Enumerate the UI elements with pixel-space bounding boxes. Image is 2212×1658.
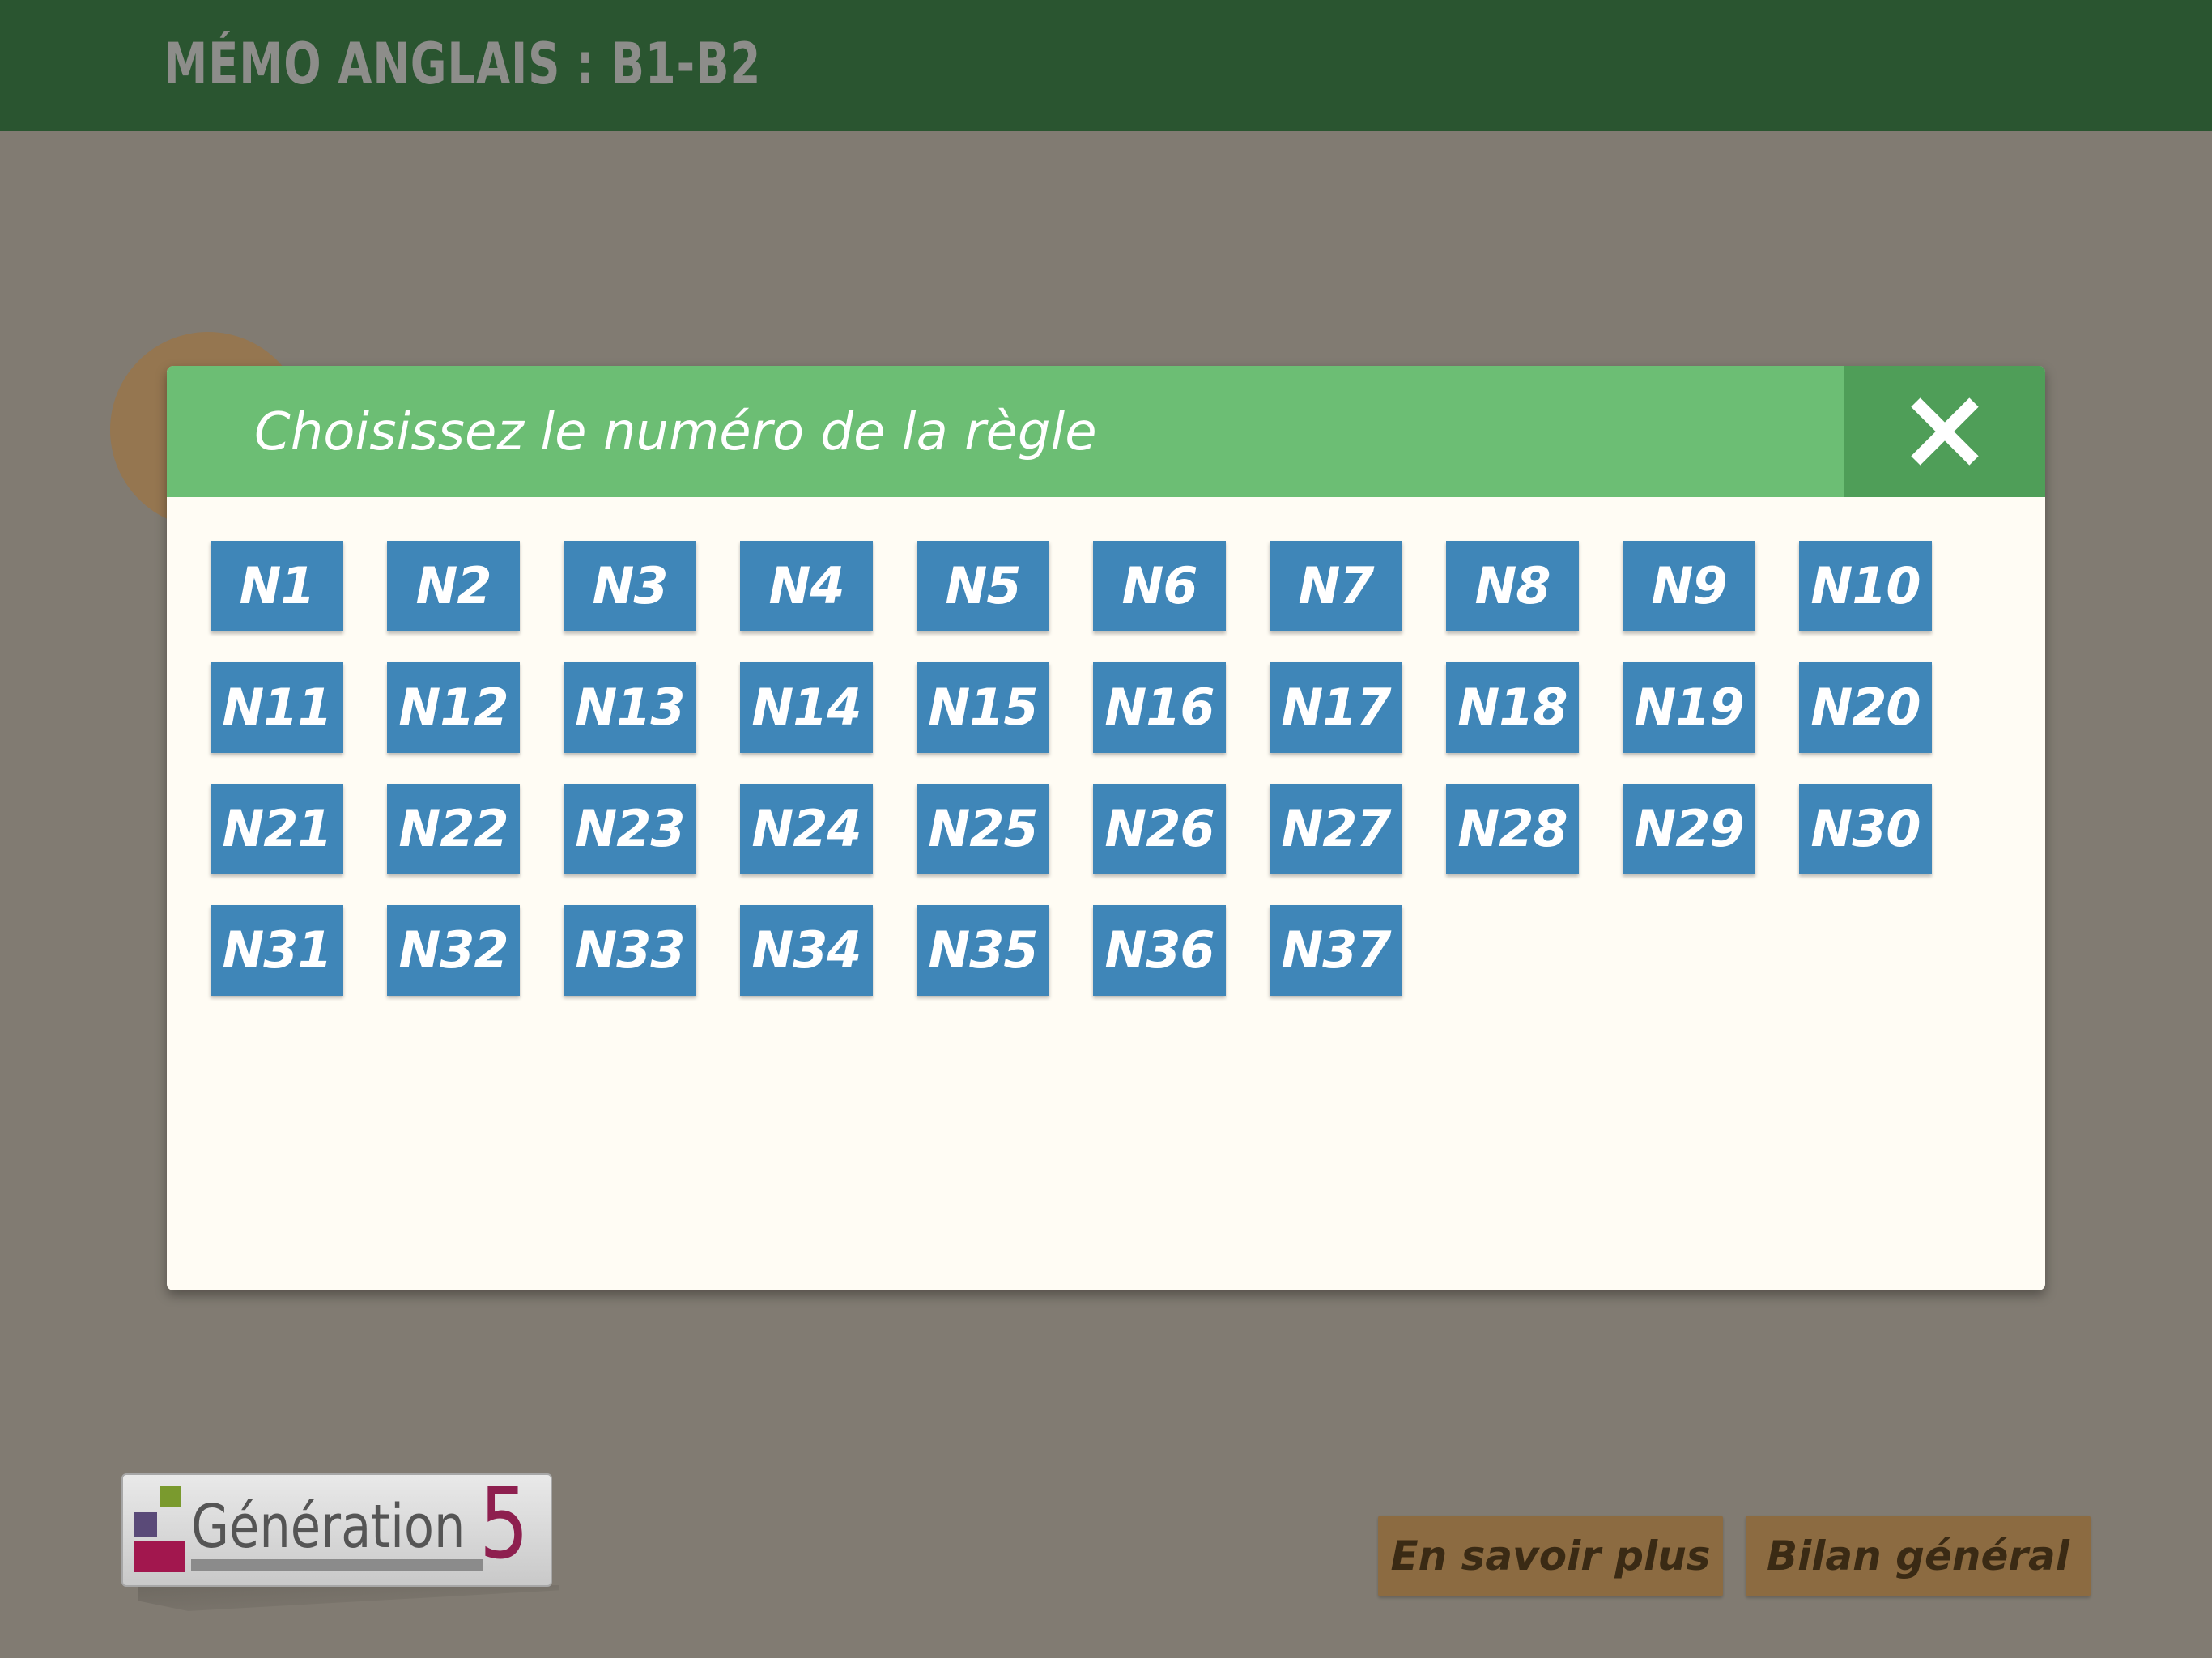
logo-underline <box>191 1559 483 1571</box>
app-title: MÉMO ANGLAIS : B1-B2 <box>164 31 762 97</box>
rule-button-n35[interactable]: N35 <box>917 905 1049 996</box>
rule-button-n9[interactable]: N9 <box>1623 541 1755 631</box>
logo-shadow <box>138 1585 559 1611</box>
rule-button-n18[interactable]: N18 <box>1446 662 1579 753</box>
rule-button-n24[interactable]: N24 <box>740 784 873 874</box>
rule-button-n27[interactable]: N27 <box>1270 784 1402 874</box>
logo-number: 5 <box>479 1469 530 1581</box>
rule-button-n2[interactable]: N2 <box>387 541 520 631</box>
rule-button-n22[interactable]: N22 <box>387 784 520 874</box>
rule-button-n37[interactable]: N37 <box>1270 905 1402 996</box>
rule-button-n16[interactable]: N16 <box>1093 662 1226 753</box>
close-button[interactable] <box>1844 366 2045 497</box>
rule-button-n4[interactable]: N4 <box>740 541 873 631</box>
generation5-logo: Génération 5 <box>121 1473 552 1587</box>
rule-button-n34[interactable]: N34 <box>740 905 873 996</box>
rule-button-n11[interactable]: N11 <box>211 662 343 753</box>
dialog-header: Choisissez le numéro de la règle <box>167 366 2045 497</box>
rule-selection-dialog: Choisissez le numéro de la règle N1 N2 N3 N… <box>167 366 2045 1290</box>
logo-text: Génération <box>191 1492 466 1562</box>
rule-button-n33[interactable]: N33 <box>564 905 696 996</box>
rules-grid: N1 N2 N3 N4 N5 N6 N7 N8 N9 N10 N11 N12 N13 N14 N15 N16 N… <box>167 497 2045 1290</box>
rule-button-n25[interactable]: N25 <box>917 784 1049 874</box>
dialog-title: Choisissez le numéro de la règle <box>254 402 1097 462</box>
rule-button-n6[interactable]: N6 <box>1093 541 1226 631</box>
rule-button-n17[interactable]: N17 <box>1270 662 1402 753</box>
rule-button-n26[interactable]: N26 <box>1093 784 1226 874</box>
rule-button-n5[interactable]: N5 <box>917 541 1049 631</box>
rule-button-n15[interactable]: N15 <box>917 662 1049 753</box>
logo-square-green <box>160 1486 181 1507</box>
rule-button-n10[interactable]: N10 <box>1799 541 1932 631</box>
rule-button-n3[interactable]: N3 <box>564 541 696 631</box>
rule-button-n14[interactable]: N14 <box>740 662 873 753</box>
rule-button-n29[interactable]: N29 <box>1623 784 1755 874</box>
top-bar: MÉMO ANGLAIS : B1-B2 <box>0 0 2212 131</box>
logo-square-purple <box>134 1512 157 1537</box>
logo-square-magenta <box>134 1541 185 1572</box>
rule-button-n31[interactable]: N31 <box>211 905 343 996</box>
learn-more-button[interactable]: En savoir plus <box>1378 1516 1723 1596</box>
rule-button-n19[interactable]: N19 <box>1623 662 1755 753</box>
rule-button-n23[interactable]: N23 <box>564 784 696 874</box>
rule-button-n7[interactable]: N7 <box>1270 541 1402 631</box>
rule-button-n13[interactable]: N13 <box>564 662 696 753</box>
rule-button-n8[interactable]: N8 <box>1446 541 1579 631</box>
rule-button-n12[interactable]: N12 <box>387 662 520 753</box>
rule-button-n36[interactable]: N36 <box>1093 905 1226 996</box>
rule-button-n32[interactable]: N32 <box>387 905 520 996</box>
close-icon <box>1911 397 1979 466</box>
rule-button-n21[interactable]: N21 <box>211 784 343 874</box>
general-summary-button[interactable]: Bilan général <box>1746 1516 2091 1596</box>
rule-button-n30[interactable]: N30 <box>1799 784 1932 874</box>
rule-button-n20[interactable]: N20 <box>1799 662 1932 753</box>
rule-button-n1[interactable]: N1 <box>211 541 343 631</box>
rule-button-n28[interactable]: N28 <box>1446 784 1579 874</box>
